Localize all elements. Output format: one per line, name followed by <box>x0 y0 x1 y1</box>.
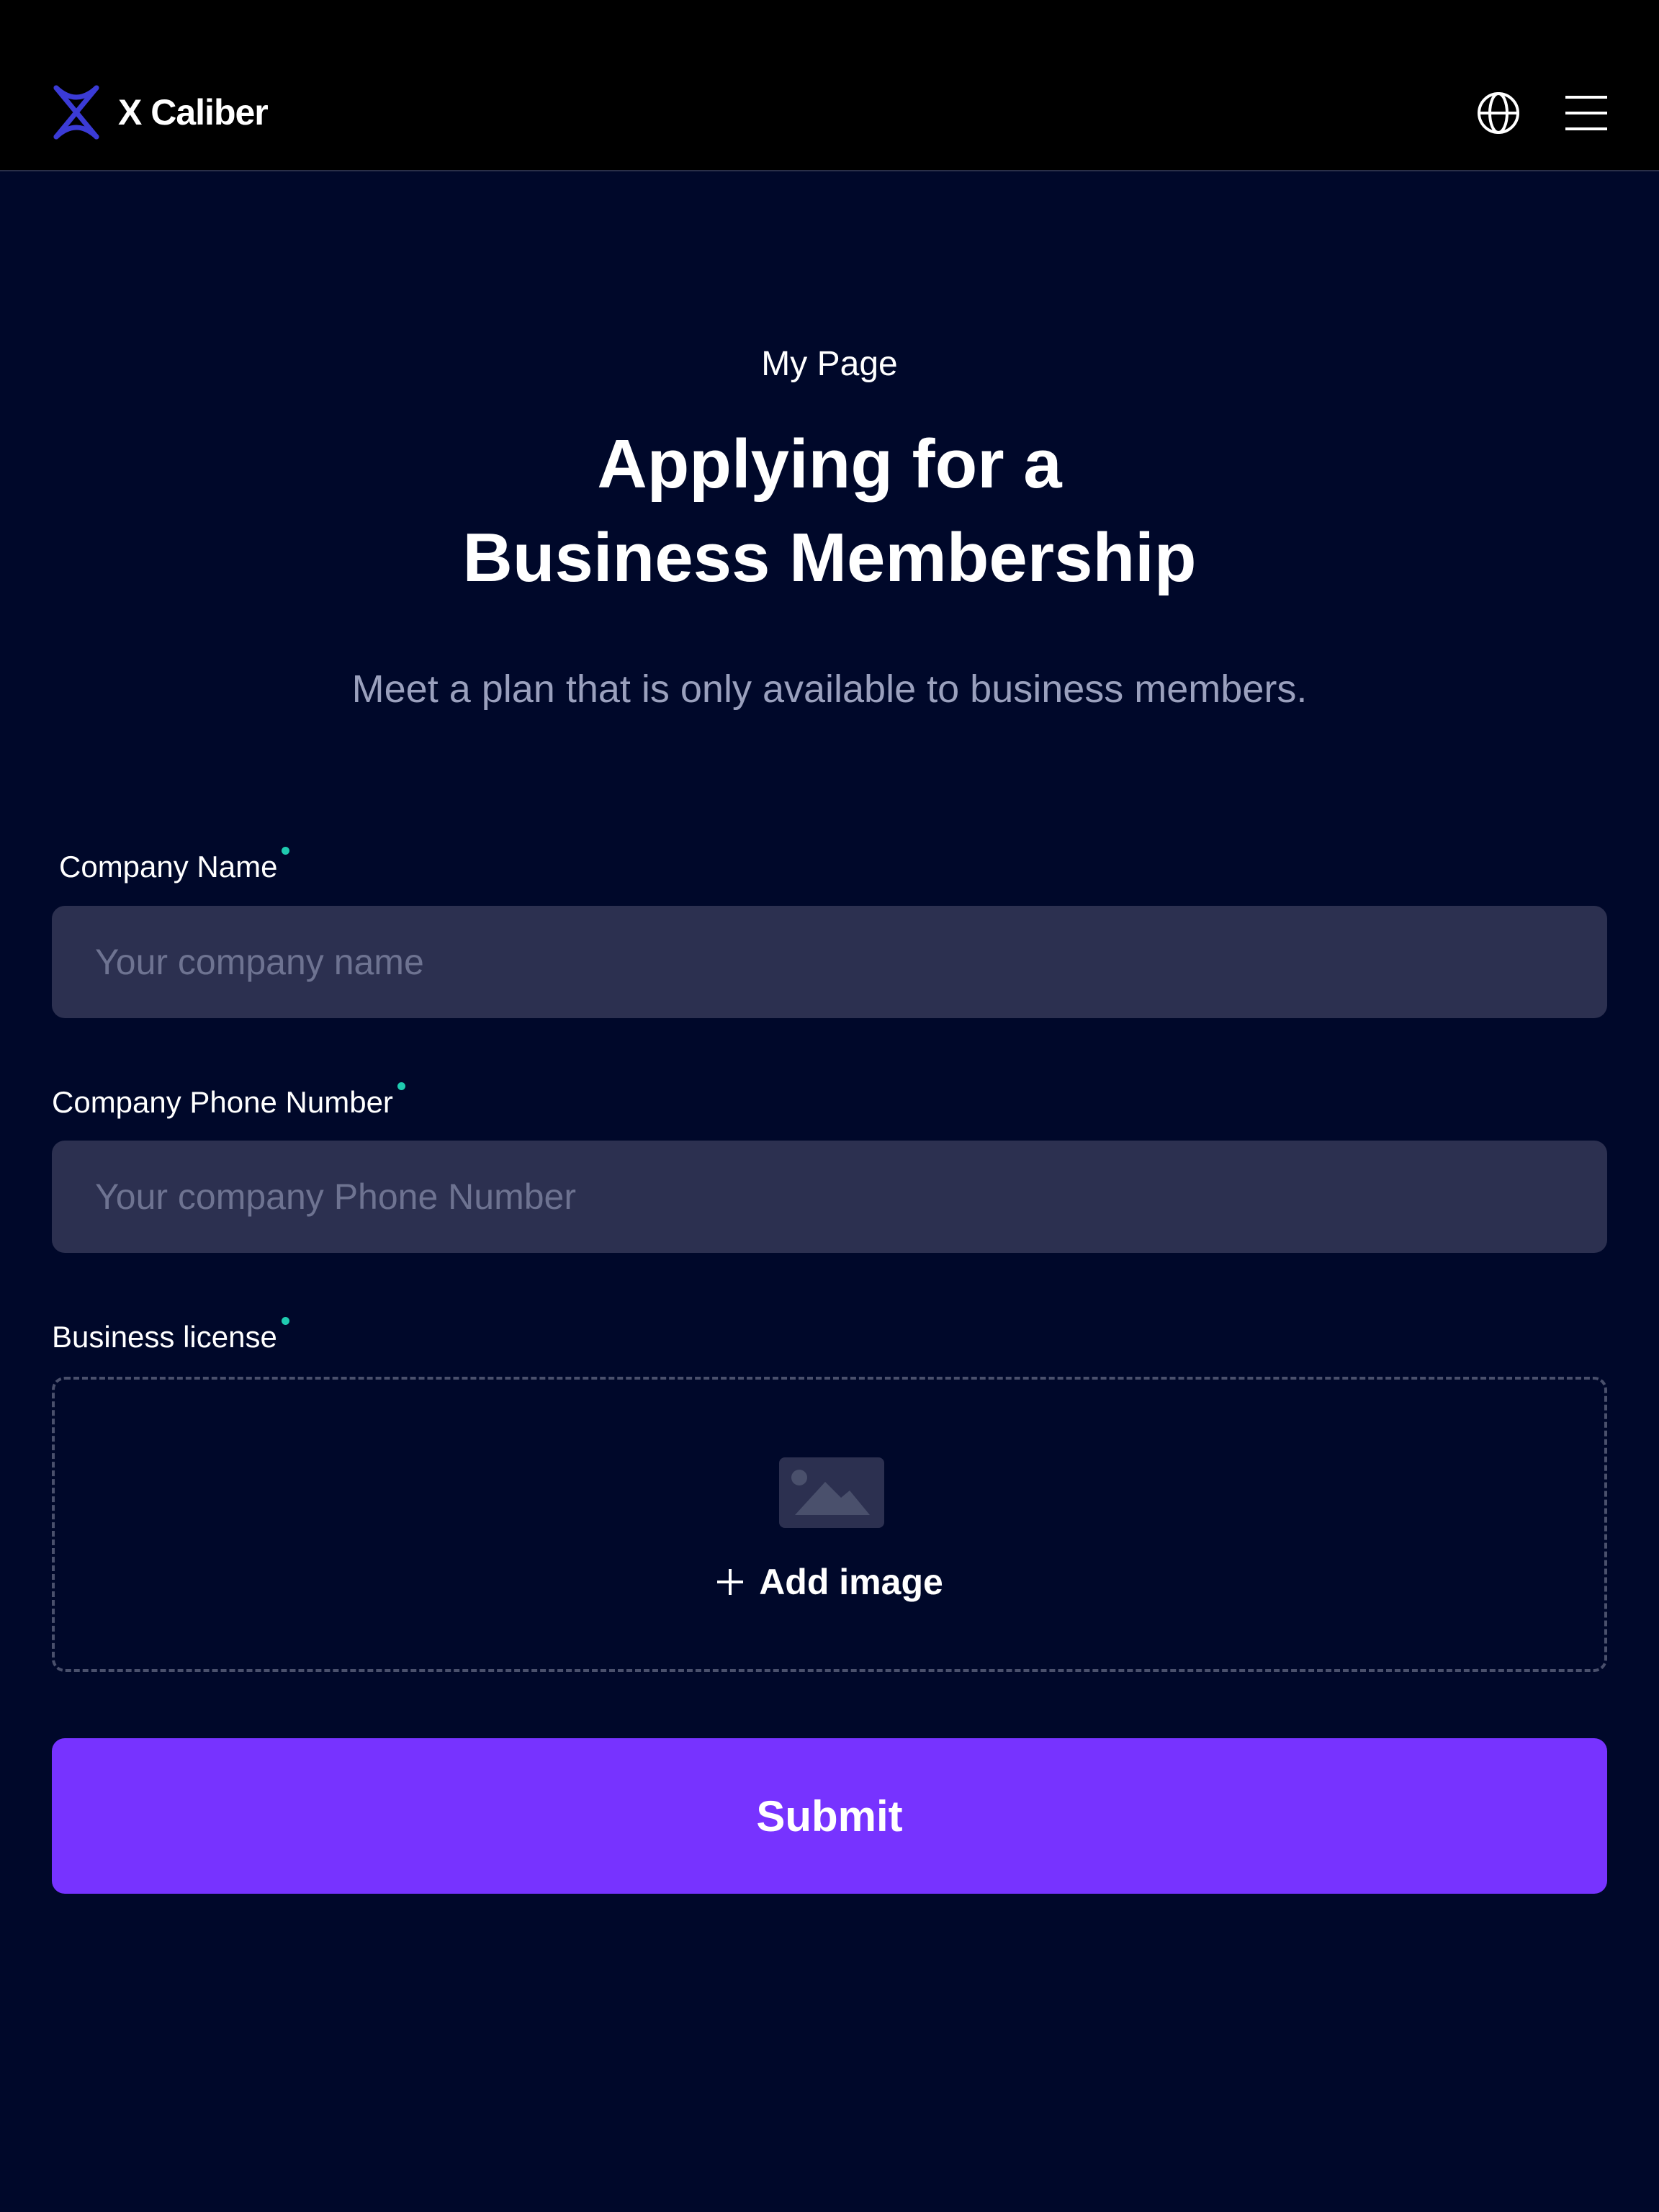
company-name-input[interactable] <box>52 906 1607 1018</box>
breadcrumb: My Page <box>761 345 898 383</box>
hamburger-menu-icon[interactable] <box>1561 89 1611 137</box>
company-name-label-text: Company Name <box>59 850 278 884</box>
plus-icon <box>717 1569 744 1595</box>
business-license-label: Business license <box>52 1317 289 1354</box>
xcaliber-logo-icon <box>53 85 99 140</box>
business-license-label-text: Business license <box>52 1320 277 1354</box>
top-header: X Caliber <box>0 0 1659 171</box>
business-license-upload[interactable]: Add image <box>52 1377 1607 1672</box>
page-title: Applying for a Business Membership <box>0 418 1659 605</box>
company-name-label: Company Name <box>59 847 290 884</box>
brand-name: X Caliber <box>118 92 269 132</box>
globe-icon[interactable] <box>1475 89 1522 137</box>
brand-logo[interactable]: X Caliber <box>50 85 269 140</box>
image-placeholder-icon <box>779 1457 884 1532</box>
add-image-button[interactable]: Add image <box>55 1561 1604 1603</box>
company-phone-label-text: Company Phone Number <box>52 1085 393 1119</box>
page-subtitle: Meet a plan that is only available to bu… <box>351 667 1308 711</box>
company-phone-input[interactable] <box>52 1141 1607 1253</box>
required-indicator <box>281 1317 289 1325</box>
add-image-label: Add image <box>759 1562 943 1602</box>
company-phone-label: Company Phone Number <box>52 1082 405 1120</box>
required-indicator <box>282 847 290 855</box>
required-indicator <box>397 1082 405 1090</box>
page-title-line-1: Applying for a <box>597 426 1062 503</box>
submit-button[interactable]: Submit <box>52 1738 1607 1894</box>
page-title-line-2: Business Membership <box>462 519 1197 596</box>
